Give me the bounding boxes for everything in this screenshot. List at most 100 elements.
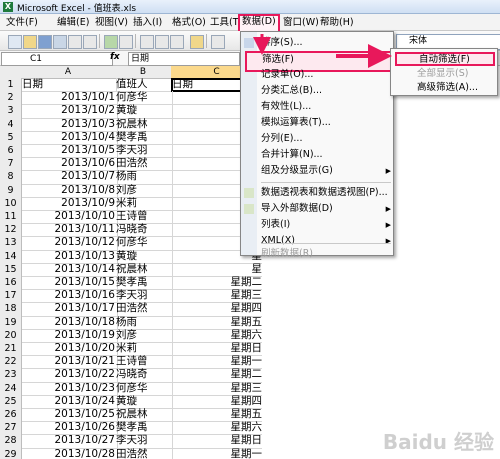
row-header[interactable]: 10: [0, 196, 22, 211]
name-cell[interactable]: 黄璇: [115, 249, 173, 264]
name-cell[interactable]: 冯晓奇: [115, 223, 173, 238]
format-painter-icon[interactable]: [190, 35, 204, 49]
weekday-cell[interactable]: 星期四: [171, 395, 262, 409]
name-cell[interactable]: 黄璇: [115, 394, 173, 409]
data-menu-item[interactable]: 分类汇总(B)...: [261, 83, 389, 99]
name-cell[interactable]: 田浩然: [115, 447, 173, 459]
date-cell[interactable]: 2013/10/12: [21, 236, 118, 251]
data-menu-item[interactable]: 导入外部数据(D) ▶: [261, 201, 391, 217]
menu-format[interactable]: 格式(O): [170, 16, 208, 29]
row-header[interactable]: 2: [0, 91, 22, 106]
date-cell[interactable]: 2013/10/23: [21, 381, 118, 396]
row-header[interactable]: 22: [0, 355, 22, 370]
date-cell[interactable]: 2013/10/8: [21, 183, 118, 198]
excel-icon[interactable]: X: [3, 2, 13, 12]
menu-file[interactable]: 文件(F): [4, 16, 40, 29]
date-cell[interactable]: 2013/10/18: [21, 315, 118, 330]
row-header[interactable]: 26: [0, 408, 22, 423]
name-cell[interactable]: 祝晨林: [115, 262, 173, 277]
data-menu-item[interactable]: 合并计算(N)...: [261, 147, 389, 163]
row-header[interactable]: 15: [0, 262, 22, 277]
row-header[interactable]: 29: [0, 447, 22, 459]
name-cell[interactable]: 田浩然: [115, 157, 173, 172]
date-cell[interactable]: 2013/10/19: [21, 328, 118, 343]
name-cell[interactable]: 黄璇: [115, 104, 173, 119]
row-header[interactable]: 17: [0, 289, 22, 304]
row-header[interactable]: 25: [0, 394, 22, 409]
name-cell[interactable]: 米莉: [115, 196, 173, 211]
data-menu-item[interactable]: 模拟运算表(T)...: [261, 115, 389, 131]
name-cell[interactable]: 祝晨林: [115, 408, 173, 423]
date-cell[interactable]: 2013/10/9: [21, 196, 118, 211]
row-header[interactable]: 3: [0, 104, 22, 119]
row-header[interactable]: 14: [0, 249, 22, 264]
weekday-cell[interactable]: 星: [171, 263, 262, 277]
row-header[interactable]: 11: [0, 210, 22, 225]
date-cell[interactable]: 2013/10/26: [21, 421, 118, 436]
name-cell[interactable]: 杨雨: [115, 170, 173, 185]
print-preview-icon[interactable]: [83, 35, 97, 49]
advanced-filter-menu-item[interactable]: 高级筛选(A)...: [395, 81, 495, 95]
row-header[interactable]: 27: [0, 421, 22, 436]
name-cell[interactable]: 冯晓奇: [115, 368, 173, 383]
weekday-cell[interactable]: 星期六: [171, 329, 262, 343]
name-cell[interactable]: 值班人: [115, 78, 173, 93]
row-header[interactable]: 13: [0, 236, 22, 251]
weekday-cell[interactable]: 星期三: [171, 289, 262, 304]
row-header[interactable]: 5: [0, 130, 22, 145]
weekday-cell[interactable]: 星期六: [171, 421, 262, 436]
date-cell[interactable]: 2013/10/25: [21, 408, 118, 423]
date-cell[interactable]: 2013/10/5: [21, 144, 118, 159]
weekday-cell[interactable]: 星期五: [171, 408, 262, 423]
date-cell[interactable]: 2013/10/20: [21, 342, 118, 357]
weekday-cell[interactable]: 星期日: [171, 342, 262, 357]
menu-view[interactable]: 视图(V): [93, 16, 130, 29]
row-header[interactable]: 20: [0, 328, 22, 343]
date-cell[interactable]: 2013/10/11: [21, 223, 118, 238]
row-header[interactable]: 9: [0, 183, 22, 198]
name-cell[interactable]: 何彦华: [115, 236, 173, 251]
date-cell[interactable]: 2013/10/10: [21, 210, 118, 225]
date-cell[interactable]: 2013/10/17: [21, 302, 118, 317]
name-cell[interactable]: 祝晨林: [115, 117, 173, 132]
row-header[interactable]: 7: [0, 157, 22, 172]
spelling-icon[interactable]: [104, 35, 118, 49]
data-menu-item[interactable]: 分列(E)...: [261, 131, 389, 147]
row-header[interactable]: 6: [0, 144, 22, 159]
row-header[interactable]: 21: [0, 342, 22, 357]
name-cell[interactable]: 王诗曾: [115, 355, 173, 370]
date-cell[interactable]: 2013/10/1: [21, 91, 118, 106]
menu-edit[interactable]: 编辑(E): [55, 16, 91, 29]
name-cell[interactable]: 李天羽: [115, 144, 173, 159]
weekday-cell[interactable]: 星期一: [171, 448, 263, 459]
date-cell[interactable]: 2013/10/2: [21, 104, 118, 119]
print-icon[interactable]: [68, 35, 82, 49]
row-header[interactable]: 19: [0, 315, 22, 330]
weekday-cell[interactable]: 星期三: [171, 382, 262, 396]
date-cell[interactable]: 2013/10/27: [21, 434, 118, 449]
row-header[interactable]: 23: [0, 368, 22, 383]
data-menu-item[interactable]: 列表(I) ▶: [261, 217, 391, 233]
weekday-cell[interactable]: 星期一: [171, 355, 262, 370]
date-cell[interactable]: 2013/10/7: [21, 170, 118, 185]
weekday-cell[interactable]: 星期四: [171, 302, 262, 317]
weekday-cell[interactable]: 星期二: [171, 276, 262, 291]
name-cell[interactable]: 何彦华: [115, 381, 173, 396]
date-cell[interactable]: 2013/10/13: [21, 249, 118, 264]
cut-icon[interactable]: [140, 35, 154, 49]
name-cell[interactable]: 樊孝禹: [115, 276, 173, 291]
date-cell[interactable]: 日期: [21, 78, 117, 93]
research-icon[interactable]: [119, 35, 133, 49]
autofilter-menu-item[interactable]: 自动筛选(F): [395, 52, 495, 66]
data-menu-item[interactable]: 记录单(O)...: [261, 67, 389, 83]
name-cell[interactable]: 樊孝禹: [115, 421, 173, 436]
date-cell[interactable]: 2013/10/3: [21, 117, 118, 132]
date-cell[interactable]: 2013/10/16: [21, 289, 118, 304]
copy-icon[interactable]: [155, 35, 169, 49]
date-cell[interactable]: 2013/10/6: [21, 157, 118, 172]
data-menu-item[interactable]: 排序(S)...: [261, 35, 389, 51]
menu-insert[interactable]: 插入(I): [131, 16, 164, 29]
date-cell[interactable]: 2013/10/15: [21, 276, 118, 291]
new-icon[interactable]: [8, 35, 22, 49]
date-cell[interactable]: 2013/10/21: [21, 355, 118, 370]
